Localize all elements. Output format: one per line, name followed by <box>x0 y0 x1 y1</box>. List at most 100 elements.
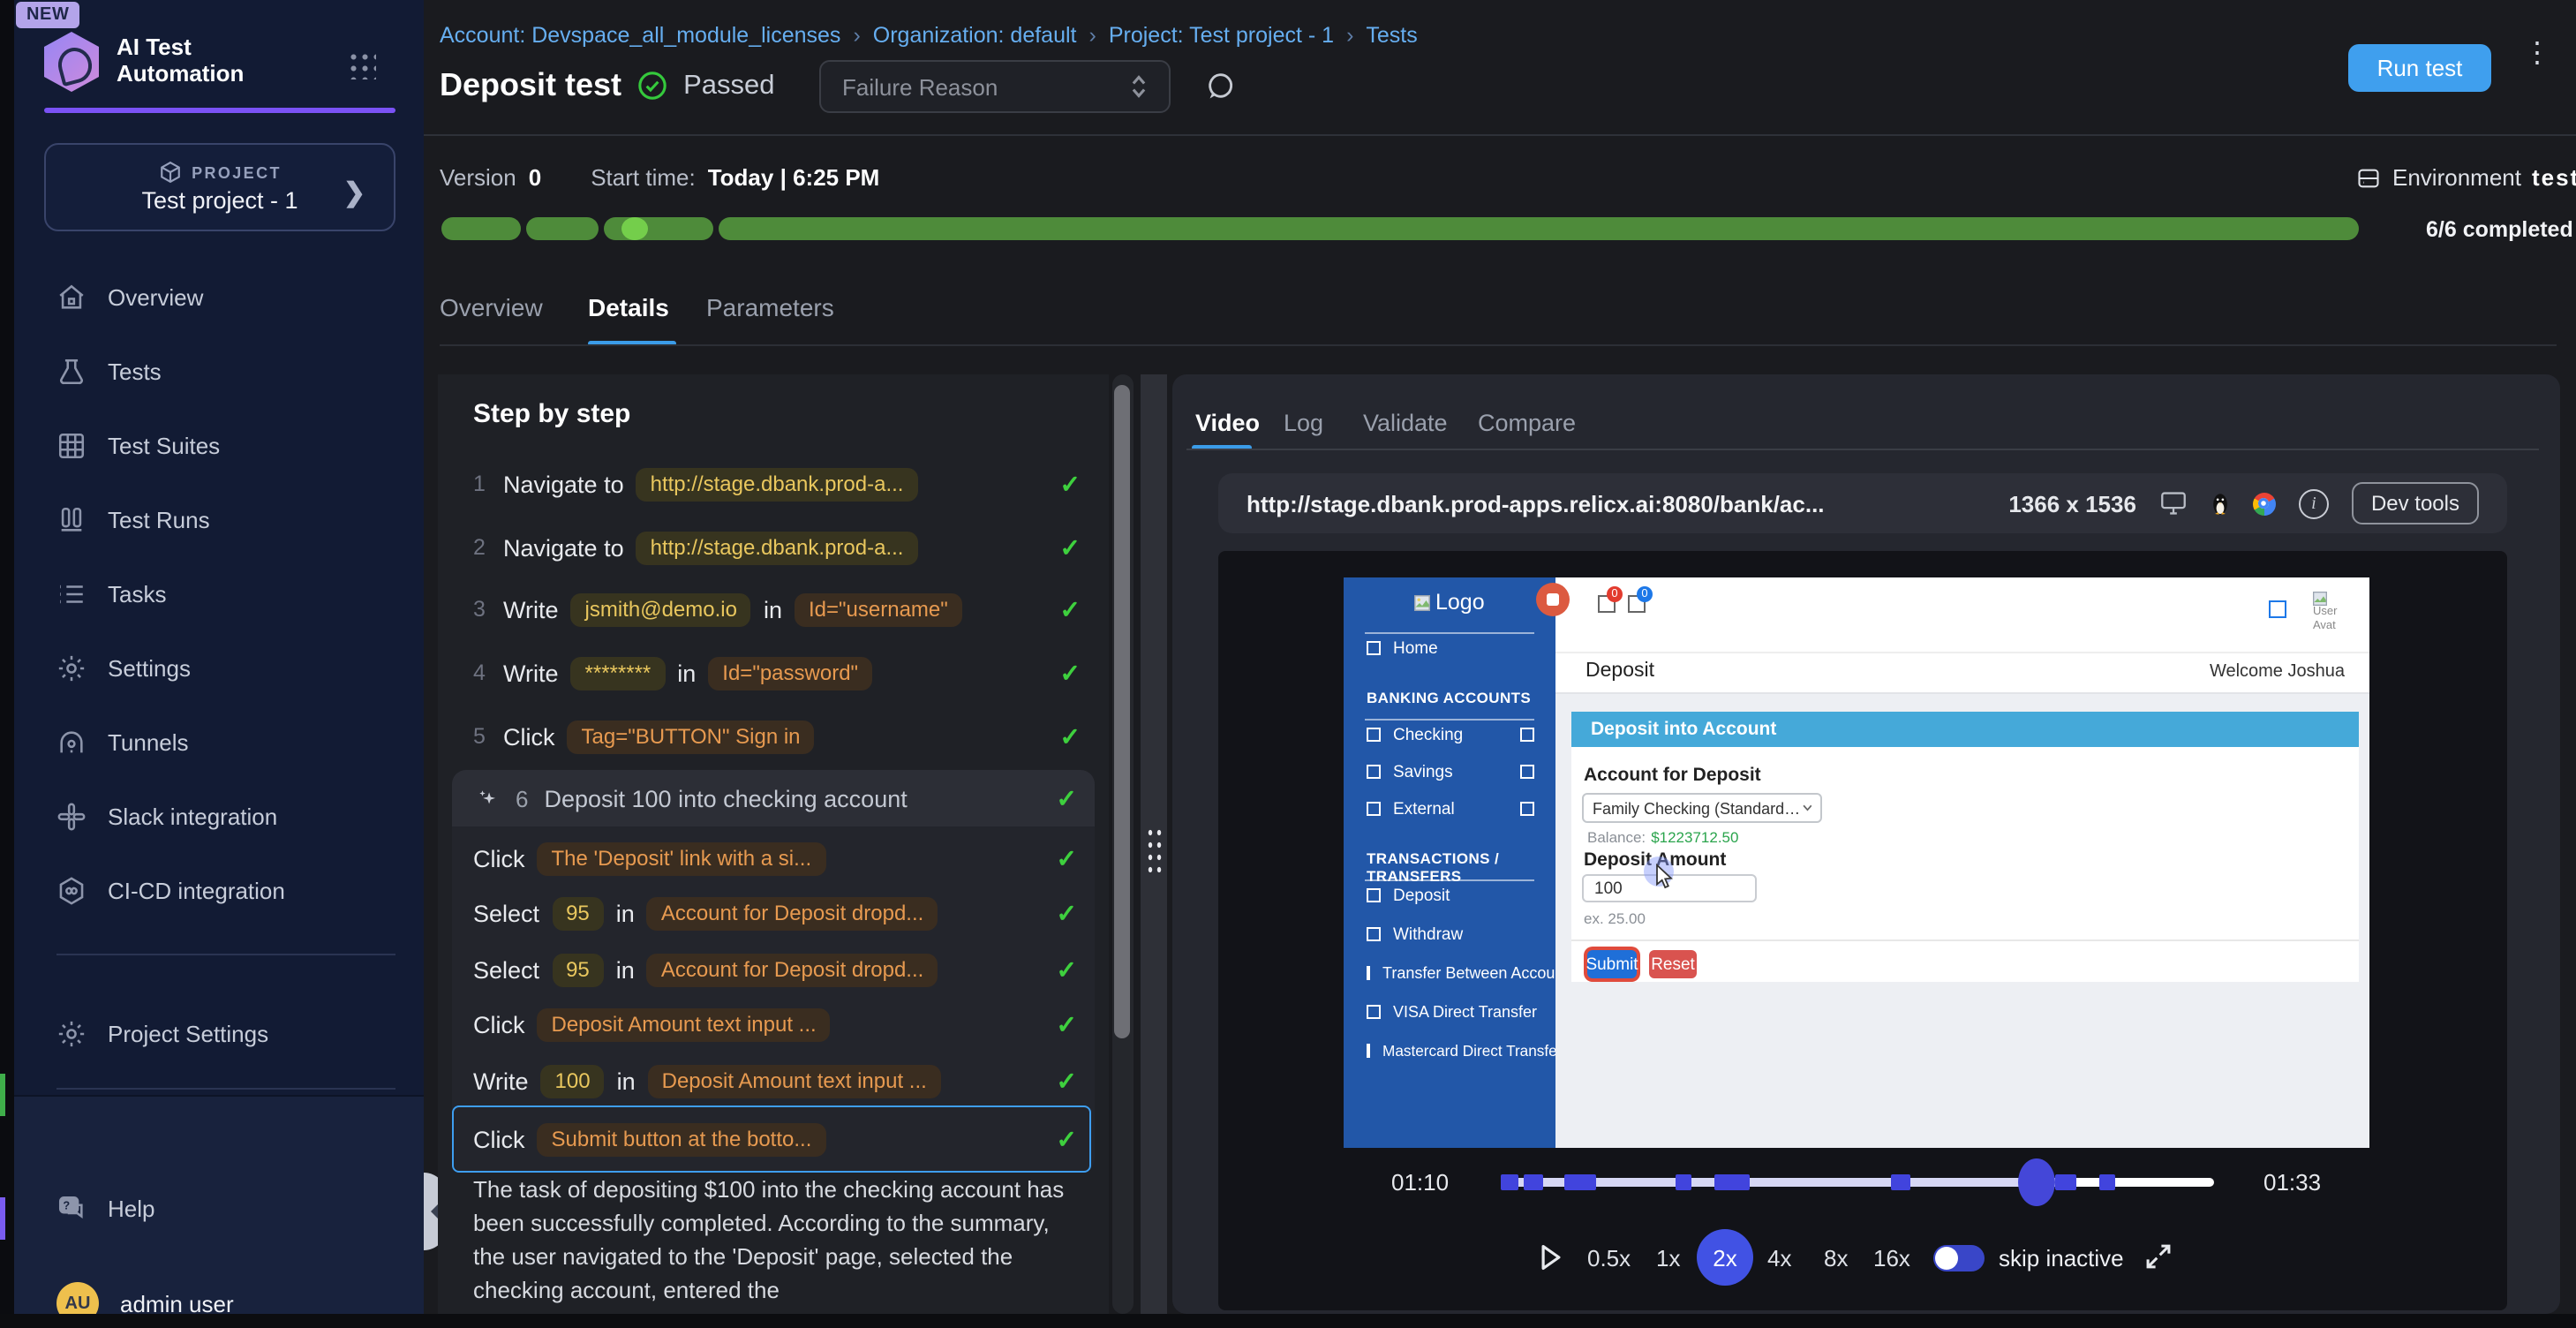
video-panel: Video Log Validate Compare http://stage.… <box>1172 374 2560 1314</box>
tabs-divider <box>1186 449 2539 450</box>
step-group-header[interactable]: 6 Deposit 100 into checking account ✓ <box>452 770 1095 826</box>
tab-video[interactable]: Video <box>1195 410 1260 436</box>
tab-log[interactable]: Log <box>1284 410 1323 436</box>
speed-0-5x[interactable]: 0.5x <box>1587 1245 1631 1271</box>
sidebar-item-test-suites[interactable]: Test Suites <box>28 415 410 475</box>
sidebar-item-slack-integration[interactable]: Slack integration <box>28 786 410 846</box>
bank-nav-deposit[interactable]: Deposit <box>1344 883 1555 908</box>
breadcrumb-account[interactable]: Account: Devspace_all_module_licenses <box>440 23 840 48</box>
timeline-marker <box>1891 1174 1910 1190</box>
status-badge: Passed <box>683 70 774 102</box>
bank-nav-icon <box>1367 802 1381 816</box>
tabs-divider <box>440 344 2557 346</box>
bank-submit-button[interactable]: Submit <box>1587 950 1637 978</box>
step-row-4[interactable]: 4 Write ******** in Id="password" ✓ <box>473 650 1084 696</box>
bank-nav-mastercard-transfer[interactable]: Mastercard Direct Transfer <box>1344 1038 1555 1063</box>
steps-scrollbar-track[interactable] <box>1112 374 1134 1314</box>
bank-header-icon[interactable] <box>2269 600 2286 618</box>
account-select[interactable]: Family Checking (Standard Checking) <box>1582 793 1822 823</box>
run-test-button[interactable]: Run test <box>2348 44 2491 92</box>
step-row-3[interactable]: 3 Write jsmith@demo.io in Id="username" … <box>473 586 1084 632</box>
flask-icon <box>56 356 87 386</box>
play-icon[interactable] <box>1540 1243 1563 1271</box>
tab-validate[interactable]: Validate <box>1363 410 1448 436</box>
sidebar-item-help[interactable]: ? Help <box>28 1178 410 1238</box>
sidebar-item-settings[interactable]: Settings <box>28 638 410 698</box>
sidebar-item-cicd-integration[interactable]: CI-CD integration <box>28 860 410 920</box>
collapse-arrow-icon <box>422 1203 440 1220</box>
bank-nav-visa-transfer[interactable]: VISA Direct Transfer <box>1344 1000 1555 1024</box>
selector-chip: Id="username" <box>795 592 962 626</box>
comment-icon[interactable] <box>1202 71 1236 102</box>
apps-grid-icon[interactable] <box>346 49 376 79</box>
timeline-marker <box>2055 1174 2076 1190</box>
sidebar-item-overview[interactable]: Overview <box>28 267 410 327</box>
bank-user-avatar-broken[interactable]: User Avat <box>2313 592 2337 632</box>
page-url[interactable]: http://stage.dbank.prod-apps.relicx.ai:8… <box>1247 490 1825 517</box>
sidebar-item-tunnels[interactable]: Tunnels <box>28 712 410 772</box>
environment-label: Environment <box>2392 164 2521 191</box>
info-icon[interactable]: i <box>2299 488 2329 518</box>
bank-nav-savings[interactable]: Savings <box>1344 759 1555 784</box>
speed-2x-active[interactable]: 2x <box>1697 1229 1753 1286</box>
bank-welcome-text: Welcome Joshua <box>2210 662 2345 682</box>
sidebar-item-test-runs[interactable]: Test Runs <box>28 489 410 549</box>
sidebar-item-tests[interactable]: Tests <box>28 341 410 401</box>
timeline-playhead[interactable] <box>2018 1158 2055 1206</box>
bank-nav-external[interactable]: External <box>1344 796 1555 821</box>
balance-value: $1223712.50 <box>1651 828 1738 846</box>
bank-nav-withdraw[interactable]: Withdraw <box>1344 922 1555 947</box>
slack-icon <box>56 801 87 831</box>
tab-compare[interactable]: Compare <box>1478 410 1576 436</box>
value-chip: 100 <box>541 1064 605 1098</box>
substep-row-1[interactable]: Click The 'Deposit' link with a si... ✓ <box>473 835 1081 881</box>
progress-segment <box>719 217 2359 240</box>
substep-row-3[interactable]: Select 95 in Account for Deposit dropd..… <box>473 947 1081 992</box>
bank-logo: Logo <box>1414 590 1485 615</box>
selector-chip: Tag="BUTTON" Sign in <box>568 720 815 753</box>
step-row-2[interactable]: 2 Navigate to http://stage.dbank.prod-a.… <box>473 524 1084 570</box>
tab-details[interactable]: Details <box>588 293 669 321</box>
bank-nav-icon <box>1367 641 1381 655</box>
start-time-value: Today | 6:25 PM <box>708 164 880 191</box>
value-chip: http://stage.dbank.prod-a... <box>636 467 918 501</box>
timeline-marker <box>1564 1174 1596 1190</box>
check-icon: ✓ <box>1057 1009 1077 1039</box>
bank-nav-icon <box>1367 1044 1370 1058</box>
speed-8x[interactable]: 8x <box>1824 1245 1848 1271</box>
step-row-1[interactable]: 1 Navigate to http://stage.dbank.prod-a.… <box>473 461 1084 507</box>
app-logo <box>44 32 99 92</box>
breadcrumb-project[interactable]: Project: Test project - 1 <box>1109 23 1334 48</box>
sidebar-item-project-settings[interactable]: Project Settings <box>28 1003 410 1063</box>
speed-4x[interactable]: 4x <box>1767 1245 1791 1271</box>
speed-1x[interactable]: 1x <box>1656 1245 1680 1271</box>
skip-inactive-toggle[interactable] <box>1933 1245 1985 1271</box>
tab-parameters[interactable]: Parameters <box>706 293 834 321</box>
bank-deposit-card: Account for Deposit Family Checking (Sta… <box>1571 747 2359 939</box>
record-indicator[interactable] <box>1536 583 1570 616</box>
bank-nav-home[interactable]: Home <box>1344 636 1555 660</box>
bank-toolbar-icon[interactable]: 0 <box>1628 595 1646 613</box>
bank-reset-button[interactable]: Reset <box>1649 950 1697 978</box>
dev-tools-button[interactable]: Dev tools <box>2352 482 2479 524</box>
bank-nav-transfer-between[interactable]: Transfer Between Accounts <box>1344 961 1555 985</box>
substep-row-5[interactable]: Write 100 in Deposit Amount text input .… <box>473 1058 1081 1104</box>
kebab-menu-icon[interactable]: ⋮ <box>2523 48 2548 62</box>
failure-reason-select[interactable]: Failure Reason <box>819 60 1171 113</box>
step-row-5[interactable]: 5 Click Tag="BUTTON" Sign in ✓ <box>473 713 1084 759</box>
panel-resize-rail[interactable] <box>1141 374 1167 1314</box>
speed-16x[interactable]: 16x <box>1873 1245 1910 1271</box>
project-selector[interactable]: PROJECT Test project - 1 ❯ <box>44 143 395 231</box>
substep-row-4[interactable]: Click Deposit Amount text input ... ✓ <box>473 1001 1081 1047</box>
sidebar-item-tasks[interactable]: Tasks <box>28 563 410 623</box>
fullscreen-icon[interactable] <box>2143 1241 2173 1271</box>
bank-nav-checking[interactable]: Checking <box>1344 722 1555 747</box>
tab-overview[interactable]: Overview <box>440 293 543 321</box>
breadcrumb-organization[interactable]: Organization: default <box>873 23 1077 48</box>
bank-toolbar-icon[interactable]: 0 <box>1598 595 1616 613</box>
substep-row-2[interactable]: Select 95 in Account for Deposit dropd..… <box>473 890 1081 936</box>
breadcrumb-tests[interactable]: Tests <box>1366 23 1417 48</box>
chevron-right-icon: ❯ <box>343 177 365 208</box>
bank-nav-icon <box>1520 728 1534 742</box>
steps-scrollbar-thumb[interactable] <box>1114 385 1130 1038</box>
